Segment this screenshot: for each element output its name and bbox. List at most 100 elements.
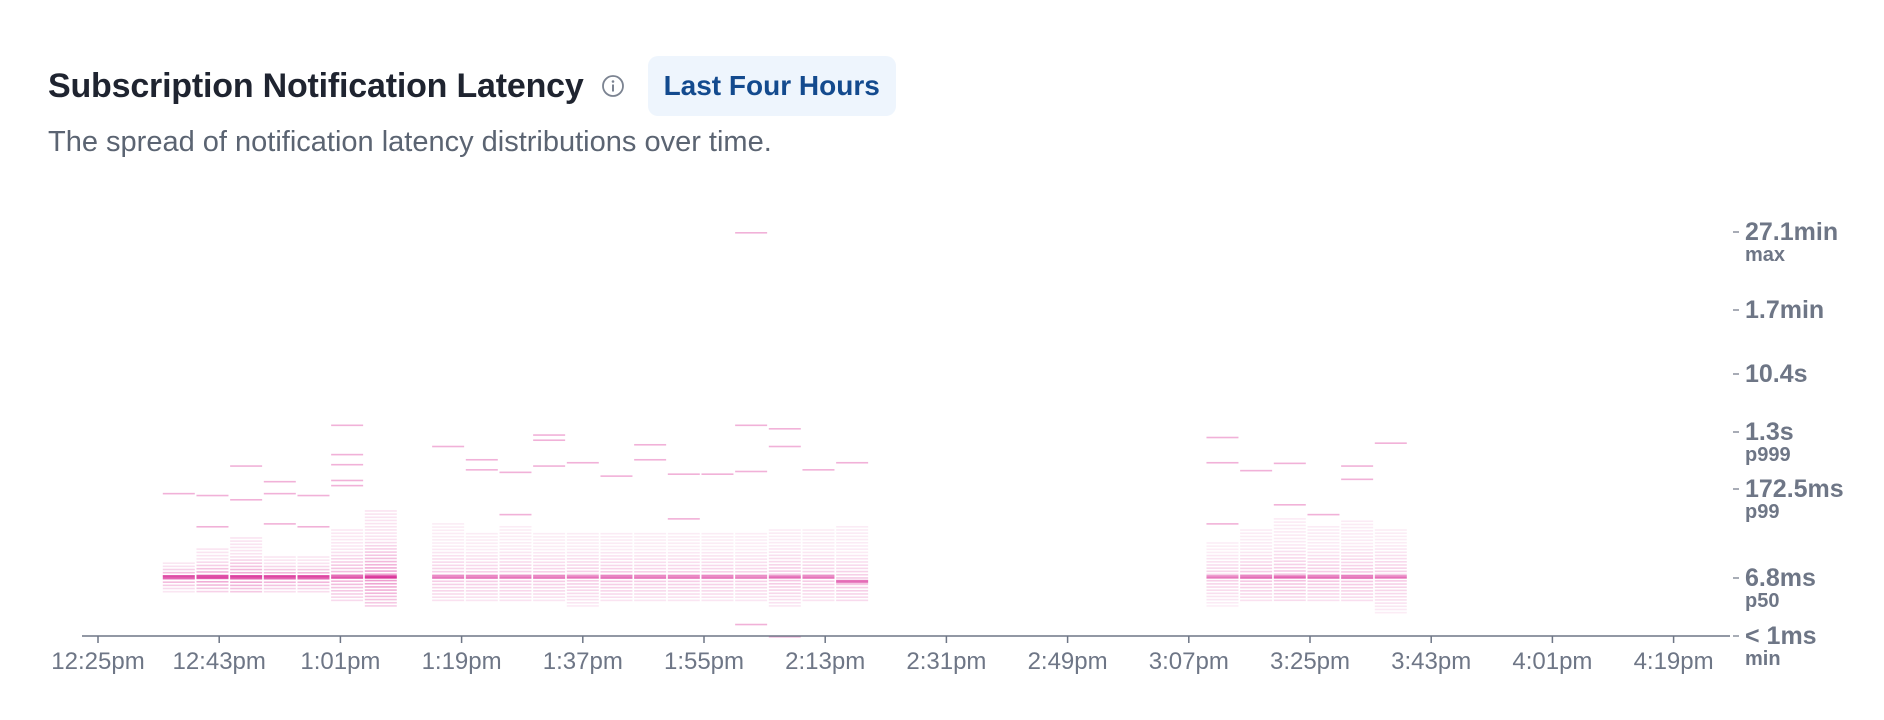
x-tick-label: 3:07pm	[1149, 648, 1229, 675]
heatmap-cell	[600, 599, 633, 602]
heatmap-cell	[432, 590, 465, 592]
heatmap-cell	[566, 461, 599, 464]
heatmap-cell	[432, 558, 465, 560]
heatmap-cell	[465, 536, 498, 538]
heatmap-cell	[735, 548, 768, 551]
heatmap-cell	[1206, 579, 1239, 582]
heatmap-cell	[667, 539, 700, 541]
x-tick-label: 3:43pm	[1391, 648, 1471, 675]
heatmap-cell	[566, 595, 599, 598]
heatmap-cell	[1374, 538, 1407, 541]
heatmap-cell	[230, 540, 263, 542]
heatmap-cell	[1206, 557, 1239, 560]
heatmap-cell	[1307, 529, 1340, 531]
heatmap-cell	[735, 583, 768, 586]
heatmap-cell	[701, 580, 734, 583]
heatmap-column	[667, 473, 700, 602]
heatmap-cell	[1374, 602, 1407, 604]
heatmap-cell	[1341, 599, 1374, 602]
heatmap-cell	[1273, 537, 1306, 540]
heatmap-column	[836, 461, 869, 602]
heatmap-cell	[1206, 461, 1239, 464]
heatmap-cell	[667, 561, 700, 564]
heatmap-cell	[533, 465, 566, 467]
heatmap-cell	[735, 232, 768, 234]
heatmap-cell	[600, 532, 633, 535]
heatmap-cell	[196, 564, 229, 567]
heatmap-cell	[432, 532, 465, 535]
heatmap-cell	[1273, 570, 1306, 572]
heatmap-cell	[1273, 534, 1306, 536]
heatmap-cell	[768, 595, 801, 598]
heatmap-cell	[667, 596, 700, 599]
heatmap-cell	[566, 542, 599, 544]
heatmap-cell	[196, 558, 229, 560]
heatmap-cell	[1374, 551, 1407, 554]
heatmap-cell	[1206, 592, 1239, 595]
heatmap-cell	[735, 596, 768, 599]
heatmap-cell	[263, 565, 296, 568]
heatmap-cell	[768, 548, 801, 550]
heatmap-cell	[768, 538, 801, 541]
heatmap-cell	[634, 561, 667, 564]
heatmap-cell	[1341, 567, 1374, 570]
heatmap-cell	[1374, 541, 1407, 544]
heatmap-cell	[701, 539, 734, 541]
heatmap-cell	[634, 596, 667, 599]
heatmap-cell	[230, 590, 263, 593]
heatmap-cell	[196, 554, 229, 557]
heatmap-cell	[297, 556, 330, 558]
heatmap-cell	[802, 593, 835, 595]
heatmap-cell	[162, 575, 195, 579]
heatmap-cell	[1273, 579, 1306, 582]
heatmap-cell	[465, 469, 498, 471]
heatmap-cells	[162, 232, 1407, 638]
heatmap-cell	[735, 593, 768, 595]
heatmap-cell	[836, 525, 869, 528]
y-tick-sublabel: p50	[1745, 590, 1779, 612]
heatmap-cell	[499, 575, 532, 579]
heatmap-cell	[230, 584, 263, 587]
heatmap-cell	[768, 557, 801, 560]
heatmap-cell	[196, 571, 229, 573]
heatmap-cell	[1374, 570, 1407, 573]
heatmap-cell	[331, 564, 364, 566]
heatmap-cell	[465, 561, 498, 564]
heatmap-cell	[1307, 580, 1340, 582]
heatmap-cell	[836, 532, 869, 534]
heatmap-cell	[634, 583, 667, 586]
heatmap-cell	[364, 538, 397, 541]
heatmap-cell	[196, 551, 229, 554]
heatmap-column	[701, 473, 734, 602]
heatmap-cell	[802, 542, 835, 544]
heatmap-cell	[667, 518, 700, 520]
heatmap-cell	[1206, 564, 1239, 566]
x-tick-label: 2:13pm	[785, 648, 865, 675]
heatmap-cell	[1374, 573, 1407, 576]
heatmap-cell	[600, 575, 633, 579]
heatmap-cell	[768, 570, 801, 572]
heatmap-cell	[1206, 542, 1239, 544]
heatmap-cell	[533, 575, 566, 579]
heatmap-cell	[566, 592, 599, 595]
heatmap-column	[297, 494, 330, 593]
heatmap-cell	[263, 556, 296, 558]
heatmap-cell	[230, 587, 263, 590]
heatmap-cell	[465, 539, 498, 541]
heatmap-cell	[533, 599, 566, 602]
heatmap-cell	[1206, 605, 1239, 607]
heatmap-cell	[331, 554, 364, 557]
heatmap-cell	[1307, 570, 1340, 573]
heatmap-cell	[533, 580, 566, 583]
heatmap-cell	[701, 567, 734, 570]
heatmap-cell	[667, 542, 700, 545]
heatmap-cell	[499, 548, 532, 550]
heatmap-cell	[634, 545, 667, 548]
heatmap-cell	[802, 469, 835, 471]
heatmap-cell	[230, 465, 263, 467]
heatmap-cell	[634, 564, 667, 567]
heatmap-cell	[499, 557, 532, 560]
heatmap-cell	[533, 558, 566, 560]
heatmap-cell	[364, 522, 397, 525]
heatmap-column	[1341, 465, 1374, 602]
